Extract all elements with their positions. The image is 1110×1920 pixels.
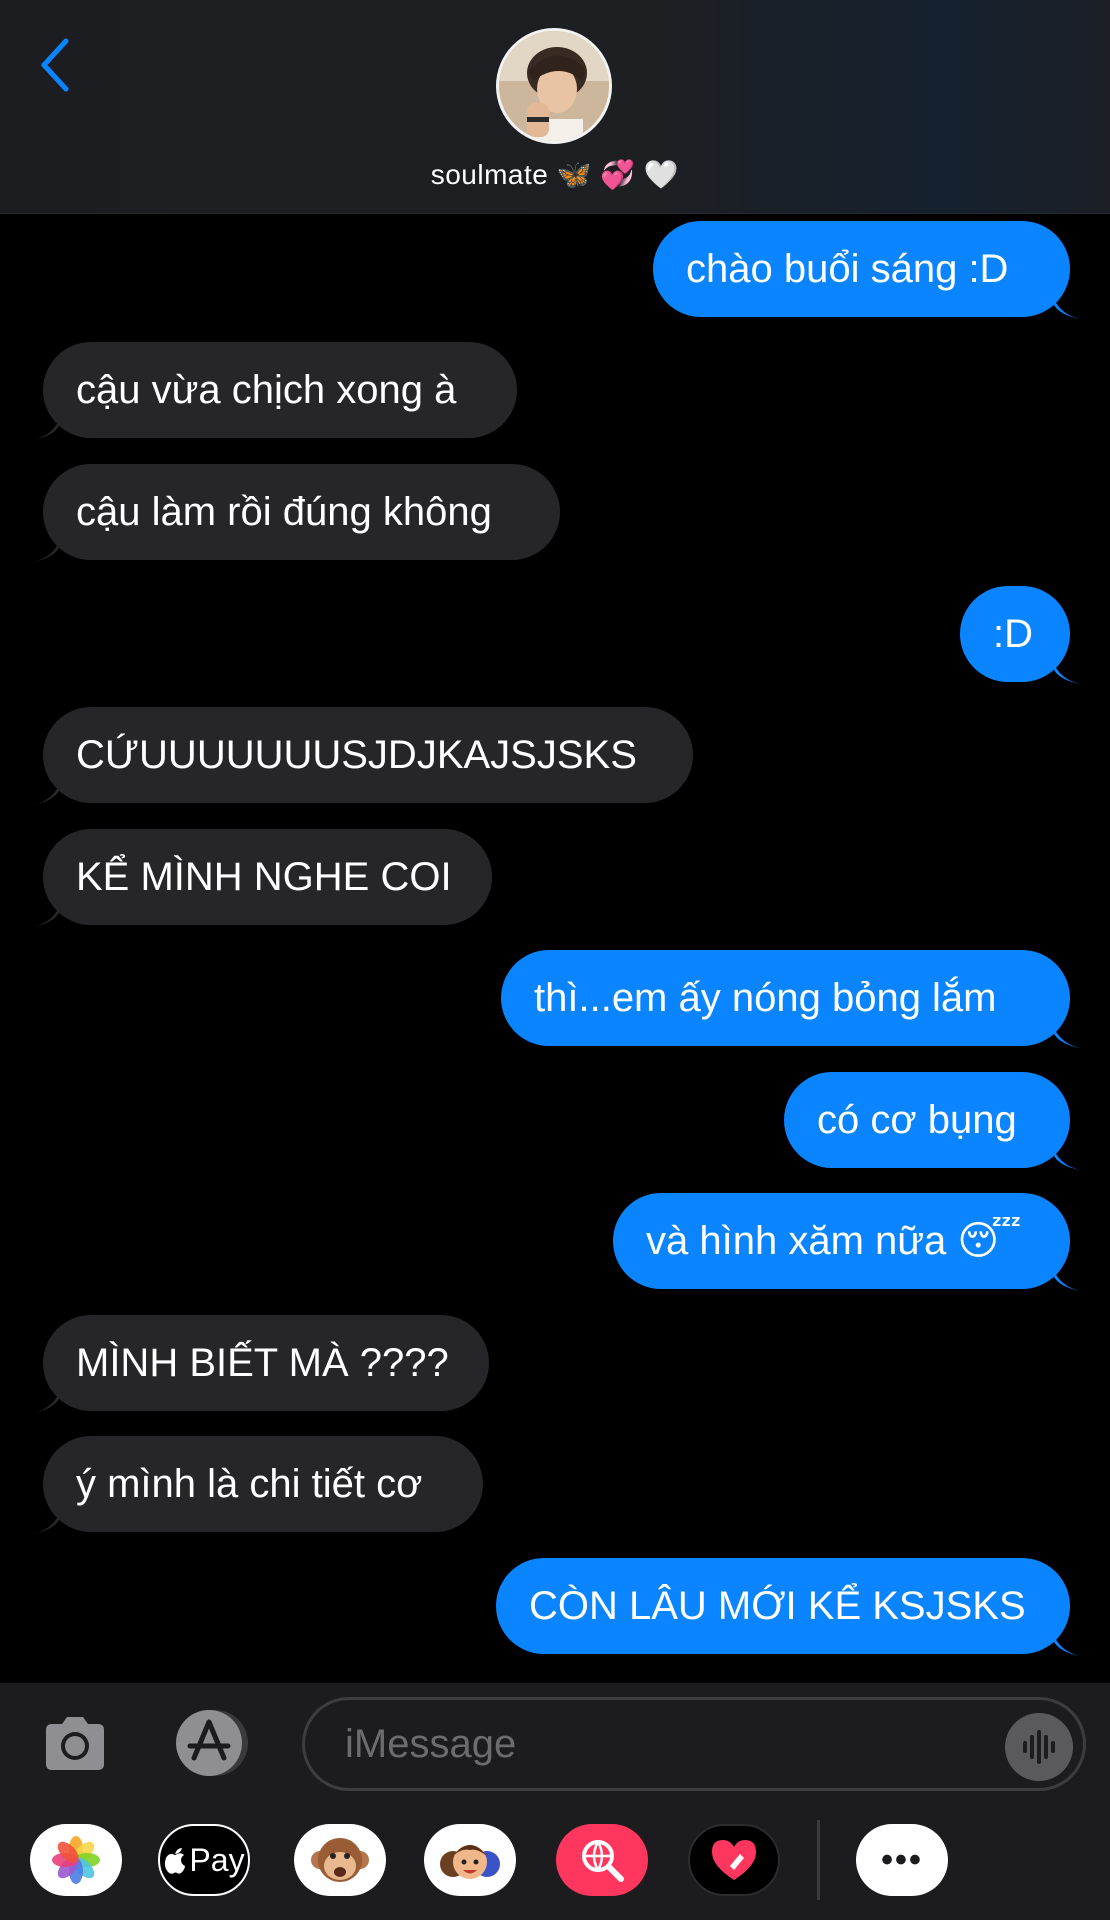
message-bubble-incoming[interactable]: KỂ MÌNH NGHE COI bbox=[33, 829, 492, 927]
apple-logo-icon bbox=[165, 1848, 186, 1874]
photos-icon bbox=[52, 1836, 100, 1884]
contact-emojis: 🦋 💞 🤍 bbox=[556, 159, 680, 190]
audio-waveform-icon bbox=[1023, 1730, 1055, 1764]
app-drawer-divider bbox=[817, 1820, 820, 1900]
photos-app-button[interactable] bbox=[30, 1824, 122, 1896]
contact-avatar[interactable] bbox=[499, 31, 609, 141]
message-bubble-outgoing[interactable]: có cơ bụng bbox=[784, 1072, 1080, 1170]
more-apps-button[interactable]: ••• bbox=[856, 1824, 948, 1896]
message-bubble-incoming[interactable]: MÌNH BIẾT MÀ ???? bbox=[33, 1315, 489, 1413]
voice-message-button[interactable] bbox=[1005, 1713, 1073, 1781]
heart-touch-icon bbox=[712, 1840, 756, 1880]
message-text: CỨUUUUUUUSJDJKAJSJSKS bbox=[76, 732, 637, 777]
avatar-photo bbox=[499, 31, 609, 141]
message-bubble-outgoing[interactable]: chào buổi sáng :D bbox=[653, 221, 1080, 319]
message-bubble-outgoing[interactable]: :D bbox=[960, 586, 1080, 684]
camera-button[interactable] bbox=[40, 1708, 110, 1778]
message-text: CÒN LÂU MỚI KỂ KSJSKS bbox=[529, 1583, 1026, 1628]
globe-search-icon bbox=[582, 1840, 624, 1882]
message-text: cậu vừa chịch xong à bbox=[76, 367, 457, 412]
message-text: KỂ MÌNH NGHE COI bbox=[76, 854, 452, 899]
more-icon: ••• bbox=[881, 1840, 923, 1879]
message-bubble-incoming[interactable]: cậu làm rồi đúng không bbox=[33, 464, 560, 562]
app-store-icon bbox=[176, 1710, 248, 1776]
memoji-icon bbox=[440, 1845, 500, 1879]
monkey-face-icon bbox=[311, 1838, 369, 1882]
back-button[interactable] bbox=[30, 35, 80, 95]
message-text: thì...em ấy nóng bỏng lắm bbox=[534, 975, 997, 1020]
message-bubble-outgoing[interactable]: thì...em ấy nóng bỏng lắm bbox=[501, 950, 1080, 1048]
message-bubble-incoming[interactable]: cậu vừa chịch xong à bbox=[33, 342, 517, 440]
apple-pay-label: Pay bbox=[189, 1841, 245, 1878]
message-text: ý mình là chi tiết cơ bbox=[76, 1461, 423, 1506]
message-text: :D bbox=[993, 611, 1033, 656]
message-bubble-incoming[interactable]: CỨUUUUUUUSJDJKAJSJSKS bbox=[33, 707, 693, 805]
messages-screen: soulmate 🦋 💞 🤍 chào buổi sáng :D cậu vừa… bbox=[0, 0, 1110, 1920]
message-bubble-outgoing[interactable]: và hình xăm nữa 😴 bbox=[613, 1193, 1080, 1291]
animoji-app-button[interactable] bbox=[294, 1824, 386, 1896]
contact-name-text: soulmate bbox=[430, 159, 549, 190]
message-text: và hình xăm nữa 😴 bbox=[646, 1219, 1022, 1263]
message-text: MÌNH BIẾT MÀ ???? bbox=[76, 1340, 449, 1385]
message-bubble-outgoing[interactable]: CÒN LÂU MỚI KỂ KSJSKS bbox=[496, 1558, 1080, 1656]
memoji-stickers-button[interactable] bbox=[424, 1824, 516, 1896]
message-bubble-incoming[interactable]: ý mình là chi tiết cơ bbox=[33, 1436, 483, 1534]
imessage-input[interactable] bbox=[302, 1697, 1086, 1791]
camera-icon bbox=[46, 1717, 104, 1770]
message-text: chào buổi sáng :D bbox=[686, 246, 1009, 291]
web-search-app-button[interactable] bbox=[556, 1824, 648, 1896]
message-text: cậu làm rồi đúng không bbox=[76, 489, 492, 534]
contact-name[interactable]: soulmate 🦋 💞 🤍 bbox=[0, 158, 1110, 191]
digital-touch-button[interactable] bbox=[688, 1824, 780, 1896]
conversation-header: soulmate 🦋 💞 🤍 bbox=[0, 0, 1110, 214]
chevron-left-icon bbox=[41, 38, 69, 92]
app-store-button[interactable] bbox=[168, 1708, 258, 1778]
message-text: có cơ bụng bbox=[817, 1097, 1017, 1142]
apple-pay-button[interactable]: Pay bbox=[158, 1824, 250, 1896]
